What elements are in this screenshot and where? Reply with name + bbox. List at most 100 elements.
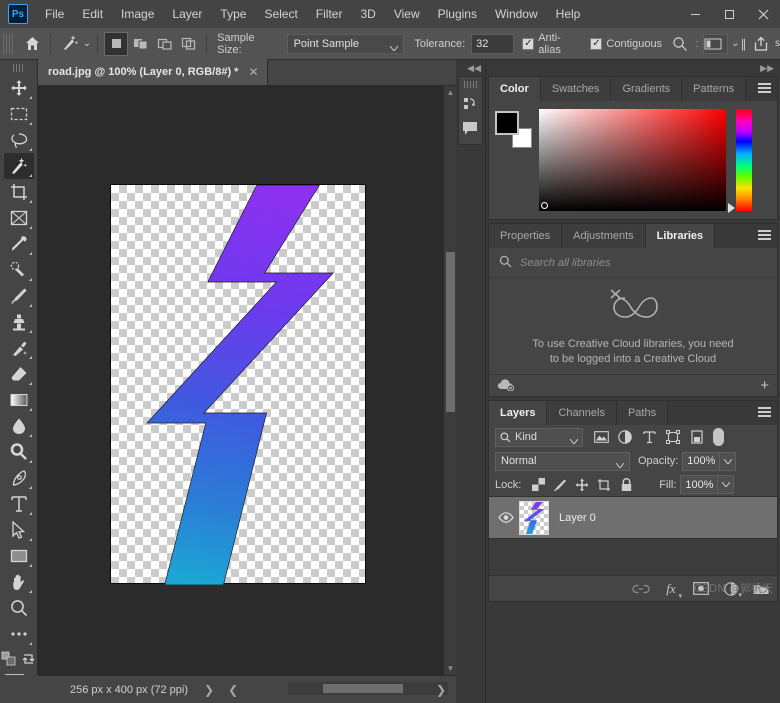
new-selection-button[interactable]	[104, 31, 129, 56]
vertical-scroll-thumb[interactable]	[446, 252, 455, 412]
opacity-stepper-icon[interactable]	[720, 451, 737, 471]
eyedropper-tool[interactable]	[4, 231, 34, 257]
edit-toolbar-button[interactable]	[4, 621, 34, 647]
adjustment-layer-filter-icon[interactable]	[613, 426, 637, 448]
hand-tool[interactable]	[4, 569, 34, 595]
color-field-marker[interactable]	[541, 202, 548, 209]
status-next-icon[interactable]: ❯	[436, 683, 446, 697]
layer-list[interactable]: Layer 0	[489, 497, 777, 575]
color-field[interactable]	[539, 109, 726, 211]
tab-paths[interactable]: Paths	[616, 401, 669, 425]
menu-3d[interactable]: 3D	[351, 0, 384, 28]
opacity-value[interactable]: 100%	[682, 451, 721, 471]
tab-gradients[interactable]: Gradients	[611, 77, 683, 101]
document-tab[interactable]: road.jpg @ 100% (Layer 0, RGB/8#) * ✕	[38, 59, 268, 85]
blend-mode-select[interactable]: Normal	[495, 451, 630, 471]
panel-menu-icon[interactable]	[758, 83, 771, 94]
lock-transparent-pixels-icon[interactable]	[527, 474, 549, 496]
table-row[interactable]: Layer 0	[489, 497, 777, 539]
tab-swatches[interactable]: Swatches	[540, 77, 612, 101]
notes-panel-icon[interactable]	[459, 116, 483, 140]
panel-menu-icon[interactable]	[758, 230, 771, 241]
clone-stamp-tool[interactable]	[4, 309, 34, 335]
lock-all-icon[interactable]	[615, 474, 637, 496]
smart-object-filter-icon[interactable]	[685, 426, 709, 448]
frame-tool[interactable]	[4, 205, 34, 231]
zoom-tool[interactable]	[4, 595, 34, 621]
menu-layer[interactable]: Layer	[163, 0, 211, 28]
fill-value[interactable]: 100%	[680, 475, 719, 494]
tab-libraries[interactable]: Libraries	[645, 224, 716, 248]
reset-colors-icon[interactable]	[21, 651, 37, 667]
tool-preset-caret-icon[interactable]: ⌄	[83, 38, 91, 49]
status-expand-icon[interactable]: ❯	[204, 683, 214, 697]
search-icon[interactable]	[668, 32, 692, 56]
menu-type[interactable]: Type	[211, 0, 255, 28]
hue-ramp-marker[interactable]	[728, 203, 735, 213]
new-group-icon[interactable]	[751, 579, 771, 599]
path-selection-tool[interactable]	[4, 517, 34, 543]
shape-layer-filter-icon[interactable]	[661, 426, 685, 448]
panel-menu-icon[interactable]	[758, 407, 771, 418]
close-button[interactable]	[746, 0, 780, 28]
menu-select[interactable]: Select	[255, 0, 306, 28]
tab-color[interactable]: Color	[489, 77, 541, 101]
layer-style-icon[interactable]: fx ▾	[661, 579, 682, 600]
dock-collapse-button[interactable]: ▶▶	[486, 60, 780, 76]
canvas-vertical-scrollbar[interactable]: ▲ ▼	[443, 86, 456, 675]
fill-stepper-icon[interactable]	[718, 475, 735, 494]
menu-plugins[interactable]: Plugins	[429, 0, 486, 28]
home-icon[interactable]	[21, 32, 45, 56]
layer-filter-kind-select[interactable]: Kind	[495, 427, 583, 447]
pixel-layer-filter-icon[interactable]	[589, 426, 613, 448]
lock-artboard-icon[interactable]	[593, 474, 615, 496]
minimize-button[interactable]	[678, 0, 712, 28]
rail-grip[interactable]	[463, 81, 478, 88]
lock-image-pixels-icon[interactable]	[549, 474, 571, 496]
adjustment-layer-icon[interactable]: ▾	[721, 579, 742, 599]
magic-wand-icon[interactable]	[57, 32, 81, 56]
sample-size-select[interactable]: Point Sample	[286, 33, 405, 54]
crop-tool[interactable]	[4, 179, 34, 205]
magic-wand-tool[interactable]	[3, 153, 34, 179]
document-canvas[interactable]	[110, 184, 366, 585]
rectangle-tool[interactable]	[4, 543, 34, 569]
maximize-button[interactable]	[712, 0, 746, 28]
tab-layers[interactable]: Layers	[489, 401, 548, 425]
brush-tool[interactable]	[4, 283, 34, 309]
antialias-checkbox[interactable]: ✓ Anti-alias	[522, 32, 582, 56]
libraries-search-row[interactable]: Search all libraries	[489, 248, 777, 278]
cloud-offline-icon[interactable]	[497, 378, 515, 394]
menu-window[interactable]: Window	[486, 0, 547, 28]
horizontal-scroll-thumb[interactable]	[323, 684, 403, 693]
hue-ramp[interactable]	[728, 109, 752, 213]
type-layer-filter-icon[interactable]	[637, 426, 661, 448]
swap-colors-icon[interactable]	[1, 651, 17, 667]
canvas-area[interactable]: ▲ ▼	[38, 86, 456, 675]
tab-properties[interactable]: Properties	[489, 224, 563, 248]
lasso-tool[interactable]	[4, 127, 34, 153]
horizontal-scrollbar[interactable]	[288, 682, 448, 695]
tab-adjustments[interactable]: Adjustments	[562, 224, 646, 248]
menu-file[interactable]: File	[36, 0, 73, 28]
status-prev-icon[interactable]: ❮	[228, 683, 238, 697]
select-mask-button[interactable]	[702, 33, 729, 54]
close-icon[interactable]: ✕	[248, 65, 258, 79]
eye-icon[interactable]	[495, 512, 517, 523]
eraser-tool[interactable]	[4, 361, 34, 387]
type-tool[interactable]	[4, 491, 34, 517]
mask-caret-icon[interactable]: ⌄	[731, 38, 739, 49]
options-bar-grip[interactable]	[3, 33, 13, 54]
share-icon[interactable]	[750, 32, 774, 56]
menu-image[interactable]: Image	[112, 0, 163, 28]
tools-panel-grip[interactable]	[12, 64, 25, 72]
libraries-add-icon[interactable]: +	[760, 377, 769, 394]
rectangular-marquee-tool[interactable]	[4, 101, 34, 127]
lock-position-icon[interactable]	[571, 474, 593, 496]
libraries-search-input[interactable]: Search all libraries	[520, 257, 610, 269]
color-panel-foreground-swatch[interactable]	[495, 111, 519, 135]
subtract-from-selection-button[interactable]	[152, 32, 176, 56]
menu-edit[interactable]: Edit	[73, 0, 112, 28]
tolerance-input[interactable]: 32	[471, 33, 515, 54]
pen-tool[interactable]	[4, 465, 34, 491]
